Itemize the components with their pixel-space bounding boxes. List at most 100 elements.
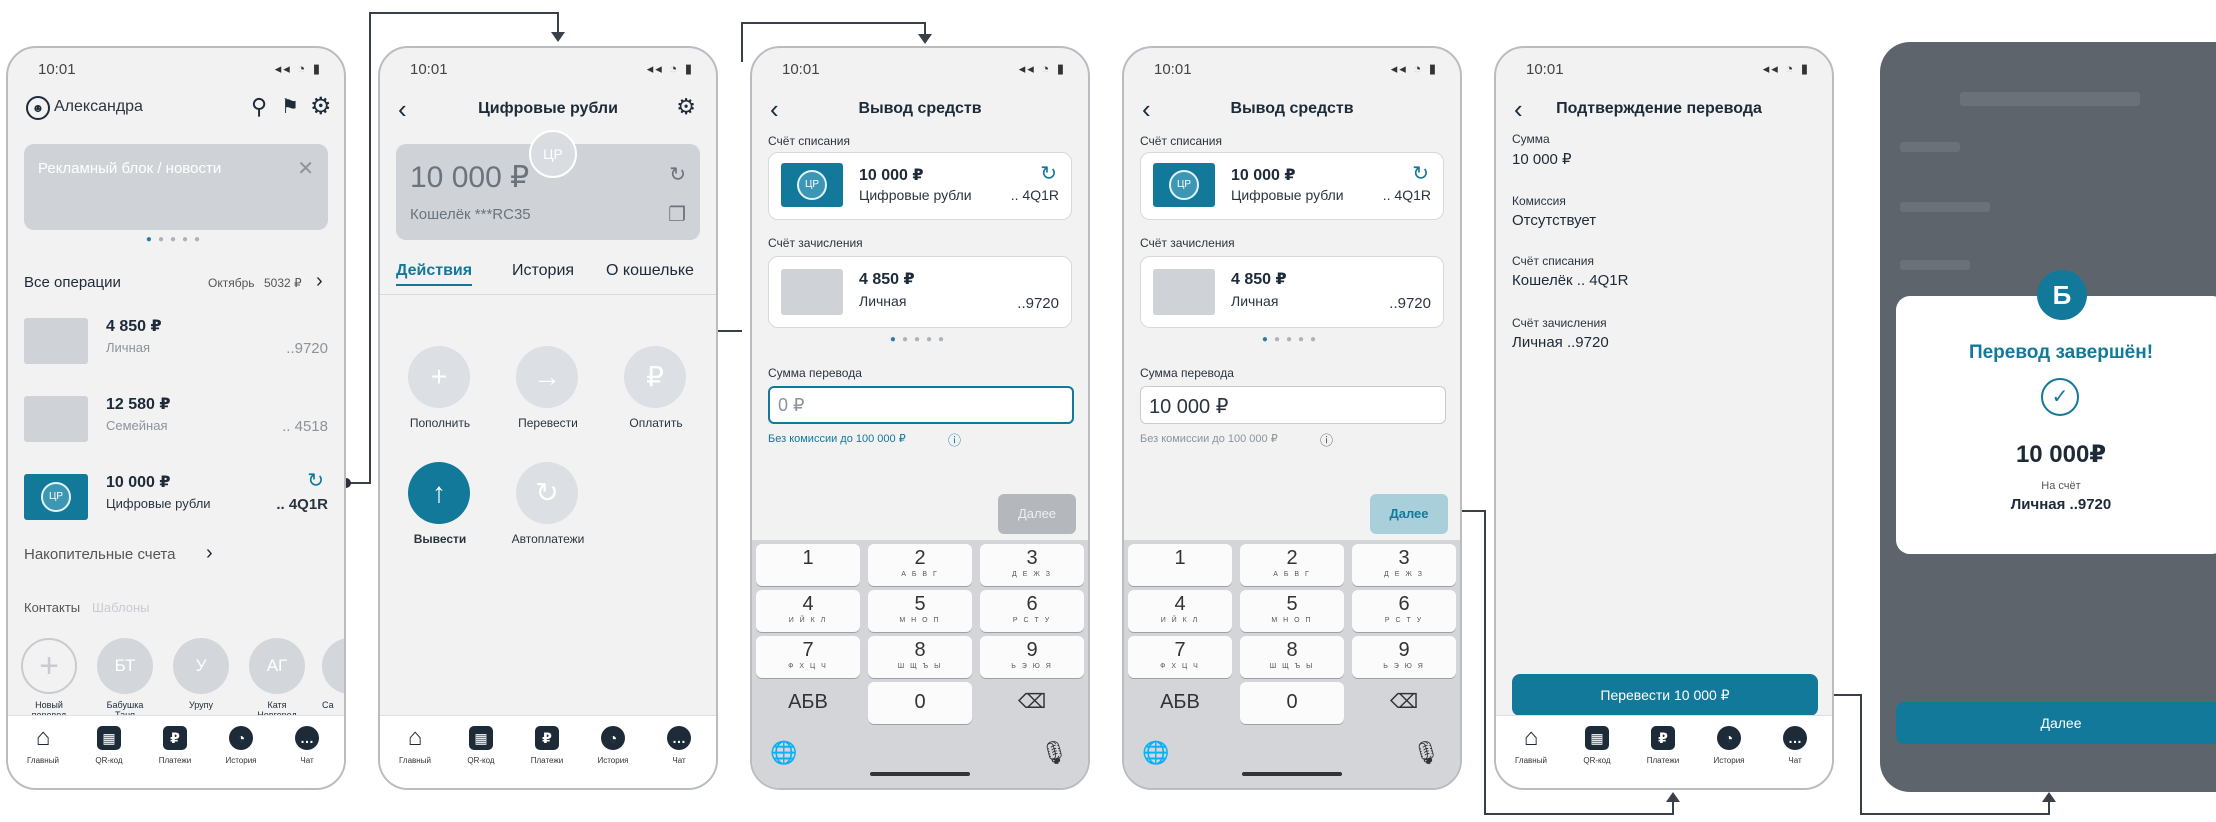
topup-icon[interactable]: + [408, 346, 470, 408]
tab-chat[interactable]: … Чат [648, 726, 710, 765]
from-account-label: Счёт списания [768, 134, 850, 148]
tab-history[interactable]: ◔ История [210, 726, 272, 765]
info-icon[interactable]: ⓘ [948, 430, 961, 449]
chevron-right-icon[interactable]: › [206, 542, 213, 565]
contact-item[interactable]: Са [322, 638, 344, 710]
all-operations[interactable]: Все операции [24, 274, 121, 291]
back-arrow-icon[interactable]: ‹ [1142, 94, 1151, 125]
tab-qr[interactable]: ▦ QR-код [78, 726, 140, 765]
tab-chat[interactable]: … Чат [1764, 726, 1826, 765]
tab-payments[interactable]: ₽ Платежи [144, 726, 206, 765]
key-4[interactable]: 4И Й К Л [1128, 590, 1232, 632]
chevron-right-icon[interactable]: › [316, 270, 323, 293]
key-2[interactable]: 2А Б В Г [1240, 544, 1344, 586]
key-3[interactable]: 3Д Е Ж З [980, 544, 1084, 586]
tab-qr[interactable]: ▦ QR-код [1566, 726, 1628, 765]
profile-icon[interactable]: ☻ [26, 96, 50, 120]
transfer-icon[interactable]: → [516, 346, 578, 408]
account-row-digital[interactable]: ЦР 10 000 ₽ Цифровые рубли ↻ .. 4Q1R [8, 470, 344, 532]
tab-qr[interactable]: ▦ QR-код [450, 726, 512, 765]
ad-banner-text: Рекламный блок / новости [38, 160, 222, 177]
key-2[interactable]: 2А Б В Г [868, 544, 972, 586]
tab-home[interactable]: ⌂ Главный [12, 726, 74, 766]
refresh-icon[interactable]: ↻ [307, 468, 324, 493]
contact-item[interactable]: БТ Бабушка Таня [94, 638, 156, 720]
key-3[interactable]: 3Д Е Ж З [1352, 544, 1456, 586]
sum-input[interactable]: 10 000 ₽ [1140, 386, 1446, 424]
back-arrow-icon[interactable]: ‹ [1514, 94, 1523, 125]
backspace-icon[interactable]: ⌫ [980, 682, 1084, 724]
to-account-card[interactable]: 4 850 ₽ Личная ..9720 [1140, 256, 1444, 328]
gear-icon[interactable]: ⚙ [676, 94, 696, 120]
key-6[interactable]: 6Р С Т У [980, 590, 1084, 632]
key-abc[interactable]: АБВ [1128, 682, 1232, 724]
microphone-icon[interactable]: 🎙 [1040, 740, 1068, 766]
refresh-icon[interactable]: ↻ [669, 162, 686, 187]
contact-item[interactable]: У Урупу [170, 638, 232, 710]
gear-icon[interactable]: ⚙ [310, 92, 332, 121]
user-name[interactable]: Александра [54, 98, 143, 116]
key-1[interactable]: 1 [756, 544, 860, 586]
clock-icon: ◔ [601, 726, 625, 750]
key-7[interactable]: 7Ф Х Ц Ч [756, 636, 860, 678]
tab-payments[interactable]: ₽ Платежи [1632, 726, 1694, 765]
key-8[interactable]: 8Ш Щ Ъ Ы [1240, 636, 1344, 678]
pay-icon[interactable]: ₽ [624, 346, 686, 408]
refresh-icon[interactable]: ↻ [1040, 161, 1057, 186]
account-row[interactable]: 4 850 ₽ Личная ..9720 [8, 316, 344, 376]
contact-item[interactable]: АГ Катя Новгород [246, 638, 308, 720]
key-6[interactable]: 6Р С Т У [1352, 590, 1456, 632]
back-arrow-icon[interactable]: ‹ [770, 94, 779, 125]
microphone-icon[interactable]: 🎙 [1412, 740, 1440, 766]
from-account-card[interactable]: ЦР 10 000 ₽ Цифровые рубли ↻ .. 4Q1R [1140, 152, 1444, 220]
globe-icon[interactable]: 🌐 [1142, 740, 1169, 766]
tab-actions[interactable]: Действия [396, 262, 473, 286]
tab-home[interactable]: ⌂ Главный [1500, 726, 1562, 766]
contact-item[interactable]: + Новый перевод [18, 638, 80, 720]
bell-icon[interactable]: ⚑ [281, 94, 299, 119]
key-8[interactable]: 8Ш Щ Ъ Ы [868, 636, 972, 678]
copy-icon[interactable]: ❐ [668, 202, 686, 227]
detail-value: Отсутствует [1512, 212, 1597, 229]
digital-ruble-badge: ЦР [41, 482, 71, 512]
next-button[interactable]: Далее [1370, 494, 1448, 534]
transfer-button[interactable]: Перевести 10 000 ₽ [1512, 674, 1818, 716]
close-icon[interactable]: ✕ [297, 156, 314, 181]
key-4[interactable]: 4И Й К Л [756, 590, 860, 632]
next-button-disabled[interactable]: Далее [998, 494, 1076, 534]
account-row[interactable]: 12 580 ₽ Семейная .. 4518 [8, 394, 344, 454]
info-icon[interactable]: ⓘ [1320, 430, 1333, 449]
key-9[interactable]: 9Ь Э Ю Я [1352, 636, 1456, 678]
withdraw-icon[interactable]: ↑ [408, 462, 470, 524]
key-5[interactable]: 5М Н О П [1240, 590, 1344, 632]
savings-link[interactable]: Накопительные счета [24, 546, 175, 563]
done-button[interactable]: Далее [1896, 702, 2216, 744]
autopay-icon[interactable]: ↻ [516, 462, 578, 524]
globe-icon[interactable]: 🌐 [770, 740, 797, 766]
tab-chat[interactable]: … Чат [276, 726, 338, 765]
tab-home[interactable]: ⌂ Главный [384, 726, 446, 766]
key-7[interactable]: 7Ф Х Ц Ч [1128, 636, 1232, 678]
search-icon[interactable]: ⚲ [251, 94, 267, 120]
account-thumb [24, 396, 88, 442]
key-0[interactable]: 0 [868, 682, 972, 724]
key-0[interactable]: 0 [1240, 682, 1344, 724]
tab-history[interactable]: История [512, 262, 574, 280]
backspace-icon[interactable]: ⌫ [1352, 682, 1456, 724]
refresh-icon[interactable]: ↻ [1412, 161, 1429, 186]
tab-payments[interactable]: ₽ Платежи [516, 726, 578, 765]
tab-templates[interactable]: Шаблоны [92, 600, 150, 615]
back-arrow-icon[interactable]: ‹ [398, 94, 407, 125]
key-abc[interactable]: АБВ [756, 682, 860, 724]
to-account-card[interactable]: 4 850 ₽ Личная ..9720 [768, 256, 1072, 328]
key-5[interactable]: 5М Н О П [868, 590, 972, 632]
tab-history[interactable]: ◔ История [1698, 726, 1760, 765]
key-9[interactable]: 9Ь Э Ю Я [980, 636, 1084, 678]
from-account-card[interactable]: ЦР 10 000 ₽ Цифровые рубли ↻ .. 4Q1R [768, 152, 1072, 220]
tab-contacts[interactable]: Контакты [24, 600, 80, 615]
tab-about-wallet[interactable]: О кошельке [606, 262, 694, 280]
sum-input[interactable]: 0 ₽ [768, 386, 1074, 424]
ad-banner[interactable]: Рекламный блок / новости ✕ [24, 144, 328, 230]
tab-history[interactable]: ◔ История [582, 726, 644, 765]
key-1[interactable]: 1 [1128, 544, 1232, 586]
